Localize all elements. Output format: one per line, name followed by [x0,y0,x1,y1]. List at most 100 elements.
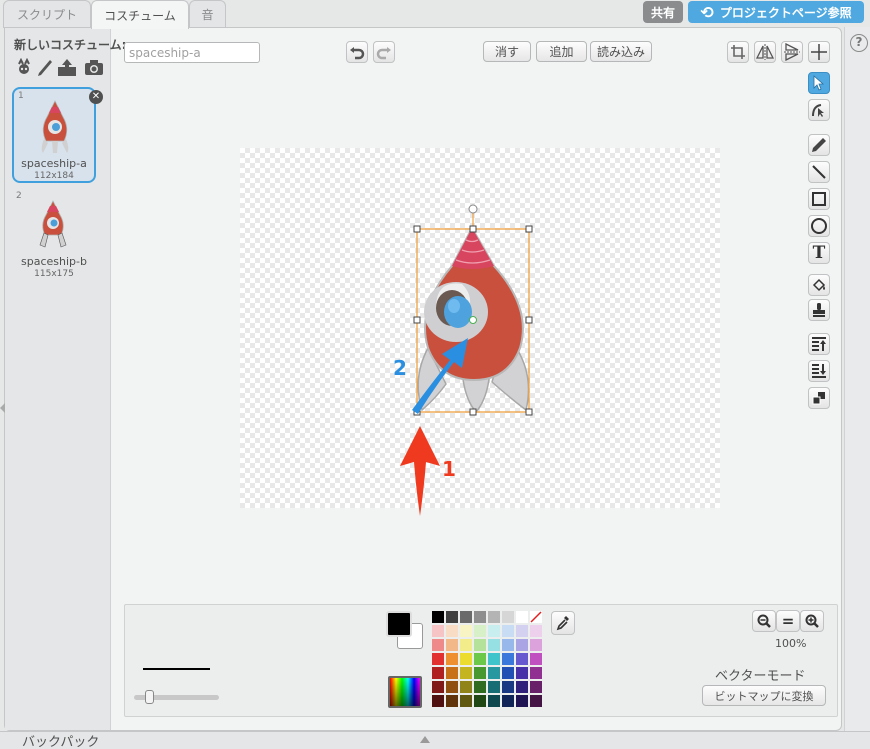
palette-swatch[interactable] [432,639,444,651]
bring-forward-button[interactable] [808,333,830,355]
palette-swatch[interactable] [432,611,444,623]
convert-to-bitmap-button[interactable]: ビットマップに変換 [702,685,826,706]
palette-swatch[interactable] [530,653,542,665]
palette-swatch[interactable] [446,667,458,679]
palette-swatch[interactable] [432,625,444,637]
palette-swatch[interactable] [502,667,514,679]
palette-swatch[interactable] [474,667,486,679]
palette-swatch[interactable] [460,681,472,693]
palette-swatch[interactable] [530,639,542,651]
palette-swatch[interactable] [502,695,514,707]
delete-costume-button[interactable]: ✕ [89,90,103,104]
undo-button[interactable] [346,41,368,63]
tab-sounds[interactable]: 音 [189,0,226,28]
palette-swatch[interactable] [530,667,542,679]
palette-swatch[interactable] [488,695,500,707]
stamp-tool-button[interactable] [808,299,830,321]
costume-item-spaceship-b[interactable]: 2 spaceship-b 115x175 [12,189,96,285]
palette-swatch[interactable] [530,681,542,693]
zoom-reset-button[interactable]: = [776,610,800,632]
reshape-tool-button[interactable] [808,99,830,121]
costume-name-input[interactable] [124,42,260,63]
color-picker-gradient[interactable] [388,676,422,708]
backpack-bar[interactable] [0,731,870,749]
palette-swatch[interactable] [446,653,458,665]
palette-swatch[interactable] [488,681,500,693]
project-page-button[interactable]: ⟲ プロジェクトページ参照 [688,1,864,23]
palette-swatch[interactable] [446,681,458,693]
palette-swatch[interactable] [502,681,514,693]
palette-swatch[interactable] [474,611,486,623]
zoom-in-button[interactable] [800,610,824,632]
text-tool-button[interactable]: T [808,242,830,264]
zoom-out-button[interactable] [752,610,776,632]
palette-swatch[interactable] [516,611,528,623]
palette-swatch[interactable] [460,639,472,651]
add-button[interactable]: 追加 [536,41,587,62]
primary-color-swatch[interactable] [386,611,412,637]
palette-swatch[interactable] [488,611,500,623]
select-tool-button[interactable] [808,72,830,94]
backpack-expand-icon[interactable] [420,736,430,743]
ellipse-tool-button[interactable] [808,215,830,237]
palette-swatch[interactable] [502,611,514,623]
costume-item-spaceship-a[interactable]: 1 spaceship-a 112x184 [12,87,96,183]
palette-swatch[interactable] [474,681,486,693]
tab-scripts[interactable]: スクリプト [3,0,91,28]
camera-icon[interactable] [83,58,105,78]
palette-swatch[interactable] [516,695,528,707]
fill-tool-button[interactable] [808,274,830,296]
palette-swatch[interactable] [530,611,542,623]
costume-library-icon[interactable] [13,58,35,78]
palette-swatch[interactable] [460,611,472,623]
palette-swatch[interactable] [530,625,542,637]
eyedropper-button[interactable] [551,611,575,635]
palette-swatch[interactable] [488,625,500,637]
palette-swatch[interactable] [502,639,514,651]
pencil-tool-button[interactable] [808,134,830,156]
palette-swatch[interactable] [460,625,472,637]
tab-costumes[interactable]: コスチューム [91,0,189,29]
import-button[interactable]: 読み込み [590,41,652,62]
collapse-arrow-icon[interactable] [0,403,5,413]
line-tool-button[interactable] [808,161,830,183]
set-center-button[interactable] [808,41,830,63]
help-button[interactable]: ? [850,34,868,52]
palette-swatch[interactable] [488,639,500,651]
palette-swatch[interactable] [460,653,472,665]
palette-swatch[interactable] [432,695,444,707]
palette-swatch[interactable] [516,681,528,693]
palette-swatch[interactable] [446,639,458,651]
clear-button[interactable]: 消す [483,41,531,62]
palette-swatch[interactable] [446,625,458,637]
palette-swatch[interactable] [432,667,444,679]
palette-swatch[interactable] [488,653,500,665]
palette-swatch[interactable] [474,653,486,665]
palette-swatch[interactable] [432,681,444,693]
ungroup-button[interactable] [808,387,830,409]
palette-swatch[interactable] [460,695,472,707]
palette-swatch[interactable] [460,667,472,679]
palette-swatch[interactable] [488,667,500,679]
redo-button[interactable] [373,41,395,63]
crop-button[interactable] [727,41,749,63]
paint-new-costume-icon[interactable] [34,58,56,78]
palette-swatch[interactable] [516,625,528,637]
palette-swatch[interactable] [502,653,514,665]
palette-swatch[interactable] [516,653,528,665]
upload-costume-icon[interactable] [56,58,78,78]
palette-swatch[interactable] [446,695,458,707]
palette-swatch[interactable] [530,695,542,707]
rotate-handle[interactable] [468,204,478,214]
flip-vertical-button[interactable] [781,41,803,63]
flip-horizontal-button[interactable] [754,41,776,63]
palette-swatch[interactable] [516,639,528,651]
rectangle-tool-button[interactable] [808,188,830,210]
palette-swatch[interactable] [474,639,486,651]
line-width-slider-knob[interactable] [145,690,155,704]
palette-swatch[interactable] [474,695,486,707]
palette-swatch[interactable] [474,625,486,637]
palette-swatch[interactable] [516,667,528,679]
send-backward-button[interactable] [808,360,830,382]
palette-swatch[interactable] [502,625,514,637]
